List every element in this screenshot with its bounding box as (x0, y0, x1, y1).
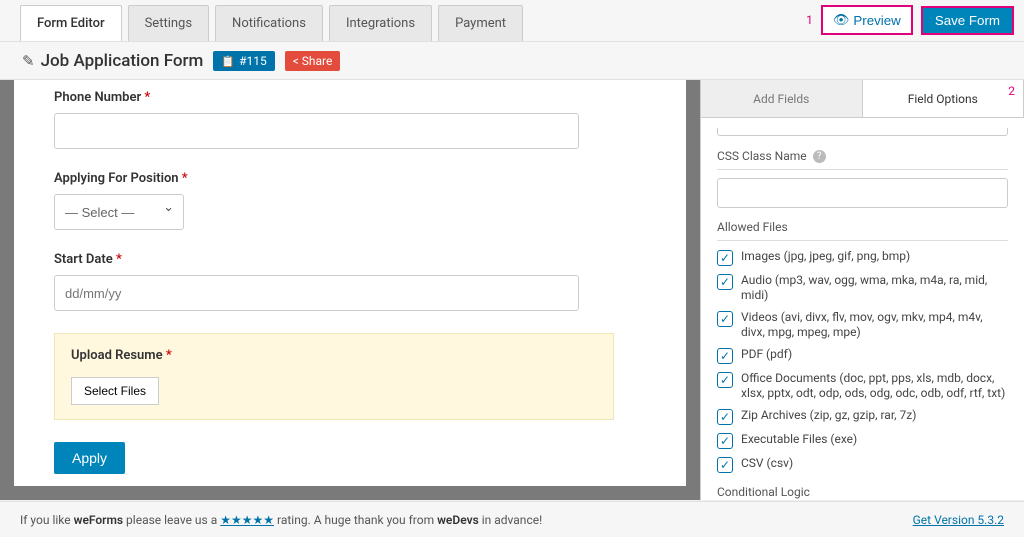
conditional-logic-section-title: Conditional Logic (717, 485, 1008, 500)
phone-label: Phone Number * (54, 90, 646, 105)
form-title: Job Application Form (22, 51, 203, 71)
form-canvas: Phone Number * Applying For Position * —… (14, 80, 686, 486)
allowed-exe-row: Executable Files (exe) (717, 432, 1008, 449)
share-button[interactable]: < Share (285, 51, 341, 71)
rating-link[interactable]: ★★★★★ (220, 513, 274, 527)
main-layout: Phone Number * Applying For Position * —… (0, 80, 1024, 500)
field-upload-resume[interactable]: Upload Resume * Select Files (54, 333, 614, 420)
top-tab-bar: Form Editor Settings Notifications Integ… (0, 0, 1024, 42)
select-files-button[interactable]: Select Files (71, 377, 159, 405)
footer-text: If you like weForms please leave us a ★★… (20, 513, 542, 527)
field-options-panel: Add Fields Field Options 2 CSS Class Nam… (700, 80, 1024, 500)
allowed-csv-checkbox[interactable] (717, 457, 733, 473)
allowed-zip-checkbox[interactable] (717, 409, 733, 425)
panel-body: CSS Class Name Allowed Files Images (jpg… (701, 118, 1024, 500)
allowed-images-row: Images (jpg, jpeg, gif, png, bmp) (717, 249, 1008, 266)
allowed-images-checkbox[interactable] (717, 250, 733, 266)
allowed-images-label: Images (jpg, jpeg, gif, png, bmp) (741, 249, 910, 264)
allowed-zip-label: Zip Archives (zip, gz, gzip, rar, 7z) (741, 408, 916, 423)
allowed-csv-row: CSV (csv) (717, 456, 1008, 473)
field-phone[interactable]: Phone Number * (54, 90, 646, 149)
get-version-link[interactable]: Get Version 5.3.2 (913, 513, 1004, 527)
preview-label: Preview (853, 13, 900, 28)
allowed-pdf-checkbox[interactable] (717, 348, 733, 364)
footer: If you like weForms please leave us a ★★… (0, 501, 1024, 537)
save-form-button[interactable]: Save Form (921, 6, 1014, 35)
field-start-date[interactable]: Start Date * (54, 252, 646, 311)
tab-notifications[interactable]: Notifications (215, 5, 323, 41)
panel-tab-add-fields[interactable]: Add Fields (701, 80, 863, 117)
required-marker: * (144, 90, 150, 105)
form-canvas-wrap: Phone Number * Applying For Position * —… (0, 80, 700, 500)
css-class-input[interactable] (717, 178, 1008, 208)
position-select[interactable]: — Select — (54, 194, 184, 230)
title-bar: Job Application Form #115 < Share (0, 42, 1024, 80)
tab-payment[interactable]: Payment (438, 5, 523, 41)
allowed-audio-label: Audio (mp3, wav, ogg, wma, mka, m4a, ra,… (741, 273, 1008, 303)
panel-tabs: Add Fields Field Options 2 (701, 80, 1024, 118)
form-id-badge[interactable]: #115 (213, 51, 274, 71)
tab-integrations[interactable]: Integrations (329, 5, 432, 41)
phone-input[interactable] (54, 113, 579, 149)
allowed-videos-label: Videos (avi, divx, flv, mov, ogv, mkv, m… (741, 310, 1008, 340)
allowed-csv-label: CSV (csv) (741, 456, 793, 471)
allowed-videos-checkbox[interactable] (717, 311, 733, 327)
field-submit: Apply (54, 442, 646, 474)
allowed-audio-checkbox[interactable] (717, 274, 733, 290)
annotation-1: 1 (806, 13, 813, 27)
preview-button[interactable]: Preview (821, 5, 913, 35)
help-icon[interactable] (813, 148, 826, 163)
required-marker: * (116, 252, 122, 267)
allowed-office-label: Office Documents (doc, ppt, pps, xls, md… (741, 371, 1008, 401)
panel-tab-field-options[interactable]: Field Options 2 (863, 80, 1024, 117)
position-label: Applying For Position * (54, 171, 646, 186)
required-marker: * (182, 171, 188, 186)
allowed-office-checkbox[interactable] (717, 372, 733, 388)
allowed-pdf-label: PDF (pdf) (741, 347, 792, 362)
allowed-videos-row: Videos (avi, divx, flv, mov, ogv, mkv, m… (717, 310, 1008, 340)
allowed-audio-row: Audio (mp3, wav, ogg, wma, mka, m4a, ra,… (717, 273, 1008, 303)
tab-form-editor[interactable]: Form Editor (20, 5, 122, 41)
start-date-label: Start Date * (54, 252, 646, 267)
allowed-files-section-title: Allowed Files (717, 220, 1008, 241)
clipboard-icon (221, 54, 235, 68)
form-title-text: Job Application Form (41, 51, 204, 71)
start-date-input[interactable] (54, 275, 579, 311)
tab-settings[interactable]: Settings (128, 5, 209, 41)
eye-icon (833, 12, 850, 28)
css-class-section-title: CSS Class Name (717, 148, 1008, 170)
field-position[interactable]: Applying For Position * — Select — (54, 171, 646, 230)
allowed-pdf-row: PDF (pdf) (717, 347, 1008, 364)
upload-label: Upload Resume * (71, 348, 597, 363)
allowed-exe-checkbox[interactable] (717, 433, 733, 449)
annotation-2: 2 (1008, 84, 1015, 98)
allowed-exe-label: Executable Files (exe) (741, 432, 857, 447)
allowed-office-row: Office Documents (doc, ppt, pps, xls, md… (717, 371, 1008, 401)
form-id-text: #115 (239, 54, 267, 68)
prev-section-input-bottom[interactable] (717, 128, 1008, 136)
apply-button[interactable]: Apply (54, 442, 125, 474)
pencil-icon[interactable] (22, 51, 35, 71)
topbar-actions: 1 Preview Save Form (806, 5, 1014, 41)
required-marker: * (166, 348, 172, 363)
allowed-zip-row: Zip Archives (zip, gz, gzip, rar, 7z) (717, 408, 1008, 425)
